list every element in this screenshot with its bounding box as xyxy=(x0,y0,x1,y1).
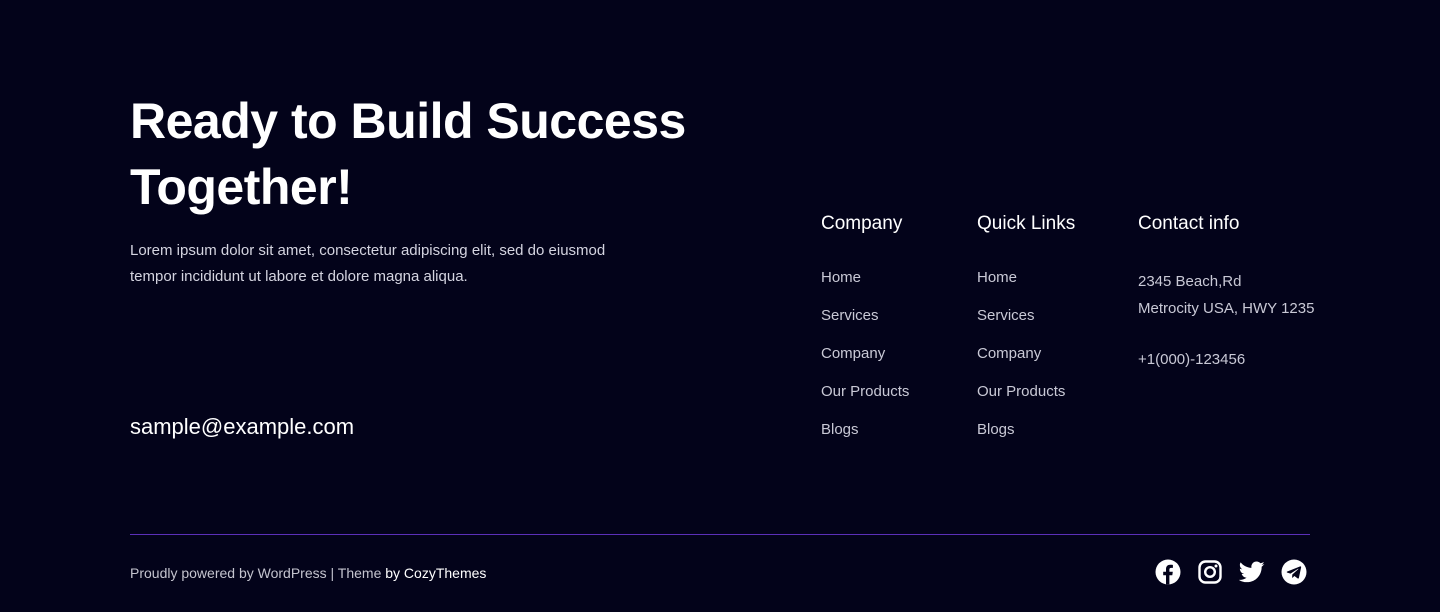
facebook-icon[interactable] xyxy=(1155,559,1181,585)
company-links-column: Company Home Services Company Our Produc… xyxy=(821,210,909,458)
company-link-blogs[interactable]: Blogs xyxy=(821,420,909,458)
contact-email-link[interactable]: sample@example.com xyxy=(130,412,354,442)
company-link-services[interactable]: Services xyxy=(821,306,909,344)
company-link-our-products[interactable]: Our Products xyxy=(821,382,909,420)
contact-info-column: Contact info 2345 Beach,Rd Metrocity USA… xyxy=(1138,210,1314,373)
credits-separator: | xyxy=(326,565,338,581)
contact-phone[interactable]: +1(000)-123456 xyxy=(1138,346,1314,373)
footer-headline: Ready to Build Success Together! xyxy=(130,93,686,215)
theme-author-link[interactable]: by CozyThemes xyxy=(385,565,486,581)
site-footer: Ready to Build Success Together! Lorem i… xyxy=(0,0,1440,612)
instagram-icon[interactable] xyxy=(1197,559,1223,585)
twitter-icon[interactable] xyxy=(1239,559,1265,585)
company-links-list: Home Services Company Our Products Blogs xyxy=(821,268,909,458)
company-link-home[interactable]: Home xyxy=(821,268,909,306)
quick-link-our-products[interactable]: Our Products xyxy=(977,382,1075,420)
quick-link-blogs[interactable]: Blogs xyxy=(977,420,1075,458)
powered-by-link[interactable]: Proudly powered by WordPress xyxy=(130,565,327,581)
quick-links-heading: Quick Links xyxy=(977,213,1076,234)
quick-links-column: Quick Links Home Services Company Our Pr… xyxy=(977,210,1075,458)
theme-prefix: Theme xyxy=(337,565,386,581)
quick-link-services[interactable]: Services xyxy=(977,306,1075,344)
company-link-company[interactable]: Company xyxy=(821,344,909,382)
quick-links-list: Home Services Company Our Products Blogs xyxy=(977,268,1075,458)
quick-link-home[interactable]: Home xyxy=(977,268,1075,306)
quick-link-company[interactable]: Company xyxy=(977,344,1075,382)
social-icons xyxy=(1155,559,1307,585)
telegram-icon[interactable] xyxy=(1281,559,1307,585)
contact-address-line-2: Metrocity USA, HWY 1235 xyxy=(1138,300,1315,317)
footer-intro-text: Lorem ipsum dolor sit amet, consectetur … xyxy=(130,242,606,285)
company-heading: Company xyxy=(821,213,903,234)
contact-address-line-1: 2345 Beach,Rd xyxy=(1138,273,1242,290)
contact-info-heading: Contact info xyxy=(1138,213,1240,234)
footer-divider xyxy=(130,534,1310,535)
footer-credits: Proudly powered by WordPress | Theme by … xyxy=(130,563,486,583)
